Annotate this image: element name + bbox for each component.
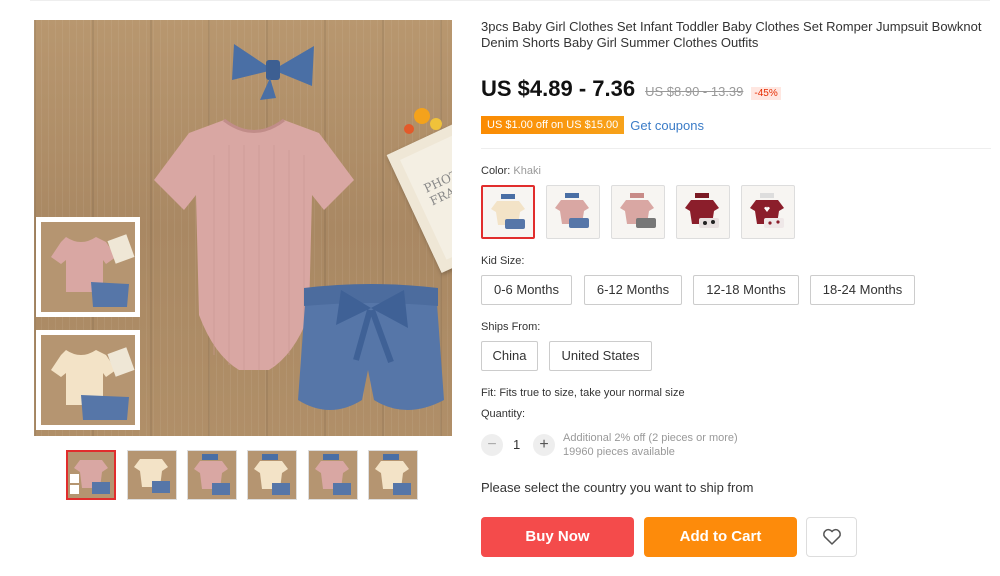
thumbnail-3[interactable] bbox=[187, 450, 237, 500]
swatch-pink-grey[interactable] bbox=[611, 185, 665, 239]
section-divider bbox=[481, 148, 991, 149]
swatch-wine-red[interactable] bbox=[676, 185, 730, 239]
size-option-6-12[interactable]: 6-12 Months bbox=[584, 275, 682, 305]
heart-icon bbox=[822, 528, 841, 545]
thumbnail-2[interactable] bbox=[127, 450, 177, 500]
photo-frame-prop: PHOTO FRAME bbox=[386, 117, 452, 273]
add-to-cart-button[interactable]: Add to Cart bbox=[644, 517, 797, 557]
pink-grey-outfit-icon bbox=[620, 193, 656, 228]
quantity-info: Additional 2% off (2 pieces or more) 199… bbox=[563, 431, 738, 459]
size-option-0-6[interactable]: 0-6 Months bbox=[481, 275, 572, 305]
quantity-value[interactable]: 1 bbox=[513, 437, 520, 452]
coupon-badge: US $1.00 off on US $15.00 bbox=[481, 116, 625, 134]
bulk-discount-note: Additional 2% off (2 pieces or more) bbox=[563, 432, 738, 444]
quantity-plus-button[interactable]: + bbox=[533, 434, 555, 456]
thumbnail-6[interactable] bbox=[368, 450, 418, 500]
headband-bow bbox=[232, 44, 314, 100]
flower-decoration bbox=[404, 124, 414, 134]
original-price: US $8.90 - 13.39 bbox=[645, 84, 744, 99]
coupon-row: US $1.00 off on US $15.00 Get coupons bbox=[481, 116, 704, 134]
color-label: Color: bbox=[481, 165, 511, 177]
ship-country-note: Please select the country you want to sh… bbox=[481, 480, 754, 495]
khaki-thumbnail bbox=[128, 451, 176, 499]
thumbnail-1[interactable] bbox=[66, 450, 116, 500]
fit-note: Fit: Fits true to size, take your normal… bbox=[481, 387, 685, 399]
current-price: US $4.89 - 7.36 bbox=[481, 76, 636, 101]
pink-thumbnail bbox=[188, 451, 236, 499]
color-label-row: Color: Khaki bbox=[481, 165, 541, 177]
khaki-thumbnail bbox=[369, 451, 417, 499]
side-thumbnail-pink[interactable] bbox=[36, 217, 140, 317]
pink-thumbnail bbox=[68, 452, 114, 498]
pink-outfit-icon bbox=[555, 193, 589, 228]
swatch-wine-red-print[interactable] bbox=[741, 185, 795, 239]
stock-available: 19960 pieces available bbox=[563, 446, 675, 458]
product-title: 3pcs Baby Girl Clothes Set Infant Toddle… bbox=[481, 19, 982, 50]
thumbnail-5[interactable] bbox=[308, 450, 358, 500]
wine-red-print-outfit-icon bbox=[750, 193, 784, 228]
top-divider bbox=[30, 0, 990, 1]
flower-decoration bbox=[414, 108, 430, 124]
ships-from-label: Ships From: bbox=[481, 321, 541, 333]
buy-now-button[interactable]: Buy Now bbox=[481, 517, 634, 557]
ship-option-united-states[interactable]: United States bbox=[549, 341, 652, 371]
price-row: US $4.89 - 7.36 US $8.90 - 13.39 -45% bbox=[481, 76, 781, 102]
khaki-outfit-icon bbox=[491, 194, 525, 229]
get-coupons-link[interactable]: Get coupons bbox=[630, 118, 704, 133]
quantity-minus-button[interactable]: − bbox=[481, 434, 503, 456]
wishlist-button[interactable] bbox=[806, 517, 857, 557]
flower-decoration bbox=[430, 118, 442, 130]
side-thumbnail-khaki[interactable] bbox=[36, 330, 140, 430]
size-label: Kid Size: bbox=[481, 255, 525, 267]
discount-badge: -45% bbox=[751, 87, 781, 100]
denim-shorts bbox=[298, 284, 444, 410]
size-option-12-18[interactable]: 12-18 Months bbox=[693, 275, 799, 305]
ship-option-china[interactable]: China bbox=[481, 341, 538, 371]
khaki-outfit-thumbnail bbox=[41, 335, 135, 425]
khaki-thumbnail bbox=[248, 451, 296, 499]
wine-red-outfit-icon bbox=[685, 193, 719, 228]
swatch-pink[interactable] bbox=[546, 185, 600, 239]
quantity-label: Quantity: bbox=[481, 408, 526, 420]
thumbnail-4[interactable] bbox=[247, 450, 297, 500]
pink-outfit-thumbnail bbox=[41, 222, 135, 312]
color-selected-value: Khaki bbox=[513, 165, 541, 177]
pink-thumbnail bbox=[309, 451, 357, 499]
size-option-18-24[interactable]: 18-24 Months bbox=[810, 275, 915, 305]
swatch-khaki[interactable] bbox=[481, 185, 535, 239]
